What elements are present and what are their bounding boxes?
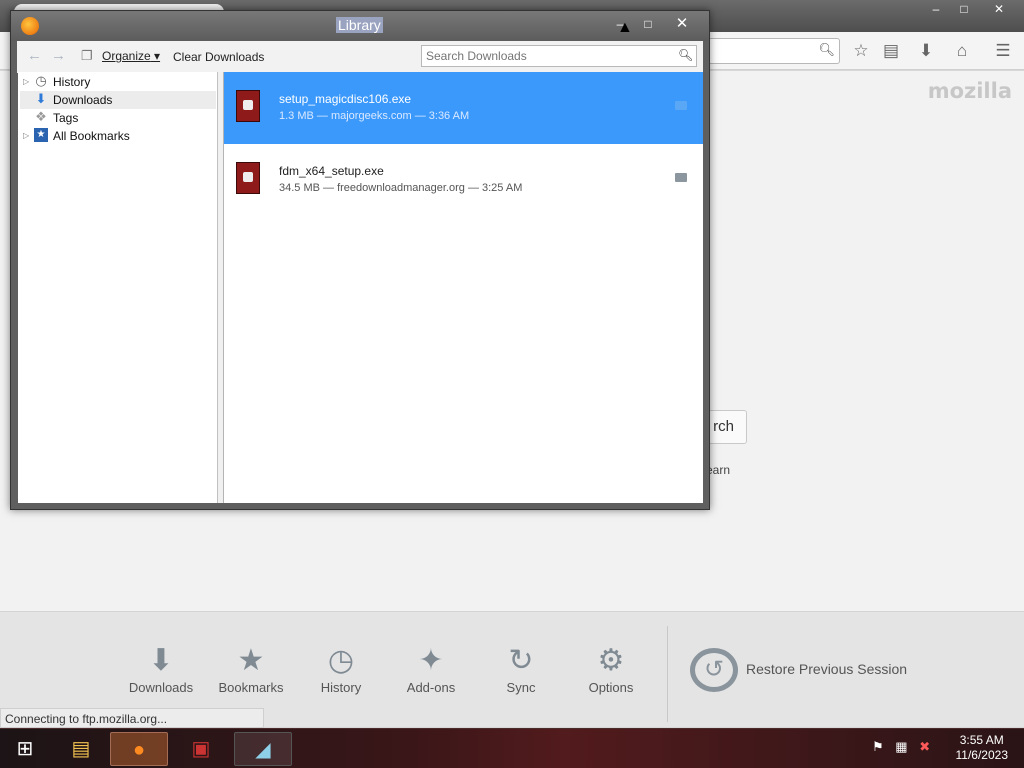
- windows-logo-icon: ⊞: [16, 738, 34, 760]
- download-arrow-icon: ⬇: [35, 91, 47, 106]
- launcher-label: History: [320, 680, 362, 695]
- folder-icon[interactable]: [675, 101, 687, 110]
- dropdown-arrow-icon: ▾: [150, 49, 161, 63]
- restore-label: Restore Previous Session: [746, 661, 908, 677]
- browser-close-button[interactable]: ✕: [982, 0, 1016, 18]
- download-item[interactable]: setup_magicdisc106.exe 1.3 MB — majorgee…: [224, 72, 703, 144]
- taskbar-notepad[interactable]: ◢: [234, 732, 292, 766]
- launcher-addons[interactable]: ✦ Add-ons: [391, 642, 471, 695]
- clock-time: 3:55 AM: [959, 733, 1004, 747]
- folder-icon: ▤: [71, 738, 91, 760]
- status-bar: Connecting to ftp.mozilla.org...: [0, 708, 264, 728]
- organize-menu-button[interactable]: Organize ▾: [102, 49, 160, 63]
- organize-icon: ❐: [81, 48, 93, 63]
- volume-muted-icon[interactable]: ✖: [919, 739, 930, 754]
- firefox-icon: ●: [132, 739, 146, 761]
- launcher-label: Sync: [506, 680, 536, 695]
- forward-arrow-icon[interactable]: →: [51, 47, 66, 64]
- sidebar-item-tags[interactable]: ❖ Tags: [20, 109, 216, 127]
- launcher-sync[interactable]: ↻ Sync: [481, 642, 561, 695]
- library-sidebar: ▷ ◷ History ⬇ Downloads ❖ Tags ▷ ★ All B…: [18, 72, 218, 503]
- star-folder-icon: ★: [34, 128, 48, 142]
- browser-search-box[interactable]: 🔍︎: [700, 38, 840, 64]
- library-maximize-button[interactable]: □: [635, 15, 661, 33]
- library-close-button[interactable]: ✕: [669, 15, 695, 33]
- launcher-separator: [667, 626, 668, 722]
- launcher-options[interactable]: ⚙ Options: [571, 642, 651, 695]
- search-icon[interactable]: 🔍︎: [678, 48, 693, 62]
- sidebar-item-label: Downloads: [53, 93, 113, 107]
- sidebar-item-all-bookmarks[interactable]: ▷ ★ All Bookmarks: [20, 127, 216, 145]
- browser-maximize-button[interactable]: □: [950, 0, 978, 18]
- back-arrow-icon[interactable]: ←: [27, 47, 42, 64]
- organize-label: Organize: [102, 49, 151, 63]
- exe-file-icon: [236, 162, 260, 194]
- sidebar-item-label: History: [53, 75, 91, 89]
- puzzle-icon: ✦: [418, 644, 444, 677]
- launcher-history[interactable]: ◷ History: [301, 642, 381, 695]
- library-toolbar: ← → ❐ Organize ▾ Clear Downloads 🔍︎: [17, 41, 703, 73]
- taskbar: ⊞ ▤ ● ▣ ◢ ⚑ ▦ ✖ 3:55 AM 11/6/2023: [0, 728, 1024, 768]
- tag-icon: ❖: [35, 109, 47, 124]
- taskbar-firefox[interactable]: ●: [110, 732, 168, 766]
- download-arrow-icon: ⬇: [148, 644, 174, 677]
- star-icon: ★: [237, 644, 265, 677]
- search-downloads-input[interactable]: [421, 45, 697, 67]
- launcher-downloads[interactable]: ⬇ Downloads: [121, 642, 201, 695]
- clock[interactable]: 3:55 AM 11/6/2023: [956, 733, 1009, 763]
- browser-minimize-button[interactable]: –: [922, 0, 950, 18]
- home-icon[interactable]: ⌂: [948, 38, 976, 64]
- clock-icon: ◷: [327, 644, 355, 677]
- download-details: 1.3 MB — majorgeeks.com — 3:36 AM: [279, 110, 470, 122]
- clock-date: 11/6/2023: [955, 748, 1009, 762]
- clock-icon: ◷: [35, 73, 47, 88]
- downloads-arrow-icon[interactable]: ⬇: [912, 38, 940, 64]
- downloads-list: setup_magicdisc106.exe 1.3 MB — majorgee…: [224, 72, 703, 503]
- library-titlebar[interactable]: Library – □ ✕ ▲: [11, 11, 709, 41]
- sidebar-item-history[interactable]: ▷ ◷ History: [20, 73, 216, 91]
- action-center-flag-icon[interactable]: ⚑: [872, 739, 884, 754]
- launcher-label: Downloads: [128, 680, 194, 695]
- clear-downloads-button[interactable]: Clear Downloads: [173, 50, 264, 64]
- launcher-label: Bookmarks: [218, 680, 284, 695]
- firefox-icon: [21, 17, 39, 35]
- taskbar-explorer[interactable]: ▤: [52, 732, 110, 766]
- download-filename: fdm_x64_setup.exe: [279, 164, 384, 178]
- launcher-label: Options: [588, 680, 634, 695]
- restore-icon: ↺: [690, 648, 738, 692]
- search-icon: 🔍︎: [818, 42, 835, 57]
- twisty-icon[interactable]: ▷: [23, 73, 29, 91]
- download-item[interactable]: fdm_x64_setup.exe 34.5 MB — freedownload…: [224, 144, 703, 216]
- library-title: Library: [336, 17, 383, 33]
- mouse-cursor-icon: ▲: [617, 19, 633, 36]
- mozilla-logo: mozilla: [927, 79, 1012, 103]
- menu-icon[interactable]: ☰: [989, 38, 1017, 64]
- notepad-icon: ◢: [255, 739, 271, 761]
- library-window: Library – □ ✕ ▲ ← → ❐ Organize ▾ Clear D…: [10, 10, 710, 510]
- network-icon[interactable]: ▦: [895, 739, 907, 754]
- bookmark-star-icon[interactable]: ☆: [847, 38, 875, 64]
- start-button[interactable]: ⊞: [6, 732, 44, 766]
- taskbar-magicdisc[interactable]: ▣: [172, 732, 230, 766]
- system-tray: ⚑ ▦ ✖: [872, 739, 938, 755]
- sidebar-item-downloads[interactable]: ⬇ Downloads: [20, 91, 216, 109]
- drive-icon: ▣: [191, 738, 211, 760]
- sidebar-item-label: Tags: [53, 111, 79, 125]
- bookmarks-menu-icon[interactable]: ▤: [877, 38, 905, 64]
- download-filename: setup_magicdisc106.exe: [279, 92, 412, 106]
- twisty-icon[interactable]: ▷: [23, 127, 29, 145]
- gear-icon: ⚙: [597, 644, 625, 677]
- sync-icon: ↻: [508, 644, 534, 677]
- download-details: 34.5 MB — freedownloadmanager.org — 3:25…: [279, 182, 523, 194]
- exe-file-icon: [236, 90, 260, 122]
- launcher-bookmarks[interactable]: ★ Bookmarks: [211, 642, 291, 695]
- sidebar-item-label: All Bookmarks: [53, 129, 130, 143]
- launcher-label: Add-ons: [406, 680, 456, 695]
- folder-icon[interactable]: [675, 173, 687, 182]
